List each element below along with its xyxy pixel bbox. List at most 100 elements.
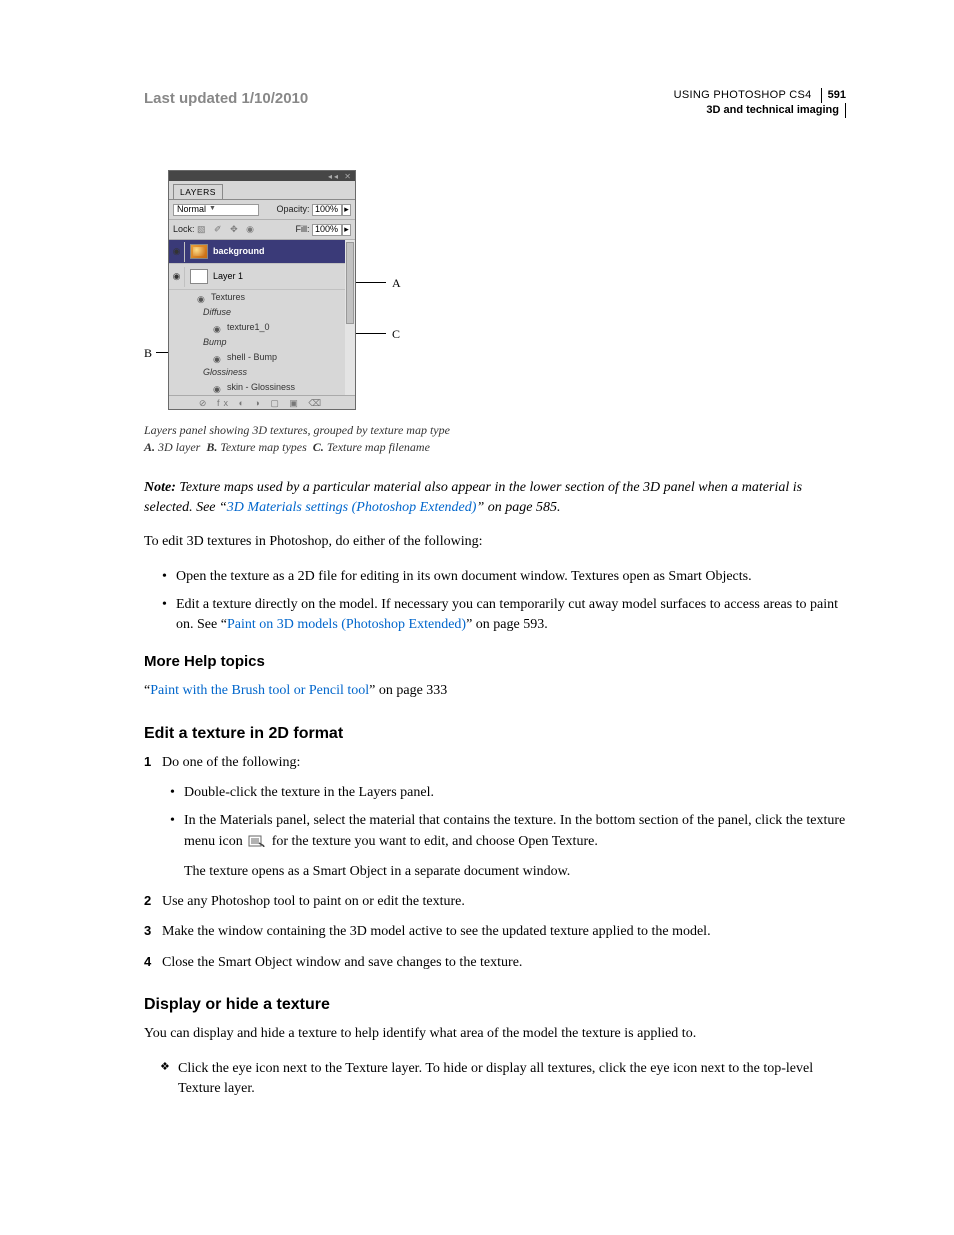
- map-type-glossiness: Glossiness: [169, 365, 355, 380]
- textures-group[interactable]: ◉Textures: [169, 290, 355, 305]
- eye-icon[interactable]: ◉: [213, 323, 223, 333]
- list-item: Click the eye icon next to the Texture l…: [162, 1059, 846, 1100]
- shell-bump-label: shell - Bump: [227, 351, 277, 364]
- texture-file[interactable]: ◉ shell - Bump: [169, 350, 355, 365]
- step3-text: Make the window containing the 3D model …: [162, 924, 711, 939]
- lock-label: Lock:: [173, 224, 195, 234]
- opacity-flyout-icon[interactable]: ▸: [342, 204, 351, 216]
- s1b-after: for the texture you want to edit, and ch…: [268, 834, 598, 849]
- fill-label: Fill:: [295, 224, 309, 234]
- display-intro: You can display and hide a texture to he…: [144, 1024, 846, 1044]
- layer-row-layer1[interactable]: ◉ Layer 1: [169, 264, 355, 290]
- caption-c-label: C.: [313, 440, 324, 454]
- display-steps: Click the eye icon next to the Texture l…: [162, 1059, 846, 1100]
- step1-options: Double-click the texture in the Layers p…: [170, 783, 846, 882]
- panel-tabs: LAYERS: [169, 181, 355, 200]
- texture1-label: texture1_0: [227, 321, 270, 334]
- eye-icon[interactable]: ◉: [197, 293, 207, 303]
- caption-a-text: 3D layer: [158, 440, 200, 454]
- map-type-bump: Bump: [169, 335, 355, 350]
- caption-a-label: A.: [144, 440, 155, 454]
- layer-name-background: background: [213, 245, 265, 258]
- last-updated: Last updated 1/10/2010: [144, 88, 308, 110]
- texture-file[interactable]: ◉ skin - Glossiness: [169, 380, 355, 395]
- link-3d-materials[interactable]: 3D Materials settings (Photoshop Extende…: [227, 500, 477, 515]
- product-name: USING PHOTOSHOP CS4: [674, 89, 812, 101]
- figure-layers-panel: ◂◂ ✕ LAYERS Normal▼ Opacity: 100% ▸ Lock:…: [168, 170, 846, 410]
- caption-b-text: Texture map types: [220, 440, 306, 454]
- callout-line-a: [356, 282, 386, 283]
- panel-footer-icons[interactable]: ⊘ fx ◐ ◑ ▢ ▣ ⌫: [169, 395, 355, 409]
- skin-gloss-label: skin - Glossiness: [227, 381, 295, 394]
- opacity-field[interactable]: 100%: [312, 204, 342, 216]
- caption-line1: Layers panel showing 3D textures, groupe…: [144, 422, 846, 439]
- eye-icon[interactable]: ◉: [213, 353, 223, 363]
- step-number: 3: [144, 922, 151, 941]
- callout-c: C: [392, 326, 400, 343]
- lock-icons[interactable]: ▧ ✐ ✥ ◉: [197, 224, 257, 234]
- edit-steps: 1 Do one of the following: Double-click …: [144, 753, 846, 973]
- step-number: 2: [144, 892, 151, 911]
- tab-layers[interactable]: LAYERS: [173, 184, 223, 199]
- step-number: 1: [144, 753, 151, 772]
- step2-text: Use any Photoshop tool to paint on or ed…: [162, 894, 465, 909]
- chevron-down-icon: ▼: [209, 204, 216, 214]
- panel-collapse-close-icons: ◂◂ ✕: [328, 171, 353, 183]
- list-item: Double-click the texture in the Layers p…: [170, 783, 846, 803]
- edit-options-list: Open the texture as a 2D file for editin…: [162, 567, 846, 636]
- layer-row-background[interactable]: ◉ background: [169, 240, 355, 264]
- list-item: Edit a texture directly on the model. If…: [162, 595, 846, 636]
- callout-line-c: [356, 333, 386, 334]
- note-label: Note:: [144, 480, 176, 495]
- eye-icon[interactable]: ◉: [213, 383, 223, 393]
- blend-opacity-row: Normal▼ Opacity: 100% ▸: [169, 200, 355, 220]
- callout-a: A: [392, 275, 401, 292]
- layer-thumbnail: [190, 269, 208, 284]
- lock-controls: Lock: ▧ ✐ ✥ ◉: [173, 223, 257, 236]
- blend-mode-value: Normal: [177, 203, 206, 216]
- opacity-value: 100%: [315, 203, 338, 216]
- section-name: 3D and technical imaging: [706, 103, 846, 118]
- layers-panel: ◂◂ ✕ LAYERS Normal▼ Opacity: 100% ▸ Lock:…: [168, 170, 356, 410]
- panel-titlebar: ◂◂ ✕: [169, 171, 355, 181]
- figure-caption: Layers panel showing 3D textures, groupe…: [144, 422, 846, 456]
- step-2: 2 Use any Photoshop tool to paint on or e…: [144, 892, 846, 912]
- list-item: Open the texture as a 2D file for editin…: [162, 567, 846, 587]
- blend-mode-dropdown[interactable]: Normal▼: [173, 204, 259, 216]
- layer-list: ◉ background ◉ Layer 1 ◉Textures Diffuse…: [169, 240, 355, 395]
- intro-paragraph: To edit 3D textures in Photoshop, do eit…: [144, 532, 846, 552]
- fill-field[interactable]: 100%: [312, 224, 342, 236]
- heading-display-hide-texture: Display or hide a texture: [144, 993, 846, 1016]
- link-paint-3d-models[interactable]: Paint on 3D models (Photoshop Extended): [227, 617, 466, 632]
- opacity-control: Opacity: 100% ▸: [276, 203, 351, 216]
- note-text-2: ” on page 585.: [476, 500, 560, 515]
- texture-file[interactable]: ◉ texture1_0: [169, 320, 355, 335]
- step-4: 4 Close the Smart Object window and save …: [144, 953, 846, 973]
- map-type-diffuse: Diffuse: [169, 305, 355, 320]
- page-number: 591: [821, 88, 846, 103]
- step4-text: Close the Smart Object window and save c…: [162, 955, 522, 970]
- eye-icon[interactable]: ◉: [169, 242, 185, 262]
- layer-name-layer1: Layer 1: [213, 270, 243, 283]
- lock-fill-row: Lock: ▧ ✐ ✥ ◉ Fill: 100% ▸: [169, 220, 355, 240]
- step-number: 4: [144, 953, 151, 972]
- more-help-heading: More Help topics: [144, 651, 846, 673]
- list-item: In the Materials panel, select the mater…: [170, 811, 846, 882]
- texture-menu-icon: [248, 834, 266, 848]
- b2-after: ” on page 593.: [466, 617, 548, 632]
- fill-flyout-icon[interactable]: ▸: [342, 224, 351, 236]
- fill-control: Fill: 100% ▸: [295, 223, 351, 236]
- fill-value: 100%: [315, 223, 338, 236]
- eye-icon[interactable]: ◉: [169, 267, 185, 287]
- scrollbar[interactable]: [345, 240, 355, 395]
- layer-thumbnail: [190, 244, 208, 259]
- scroll-thumb[interactable]: [346, 242, 354, 324]
- step1-result: The texture opens as a Smart Object in a…: [184, 862, 846, 882]
- opacity-label: Opacity:: [276, 204, 309, 214]
- callout-b: B: [144, 345, 152, 362]
- q-close: ” on page 333: [369, 683, 447, 698]
- page-header: Last updated 1/10/2010 USING PHOTOSHOP C…: [144, 88, 846, 118]
- step-3: 3 Make the window containing the 3D model…: [144, 922, 846, 942]
- caption-c-text: Texture map filename: [327, 440, 430, 454]
- link-brush-pencil[interactable]: Paint with the Brush tool or Pencil tool: [150, 683, 369, 698]
